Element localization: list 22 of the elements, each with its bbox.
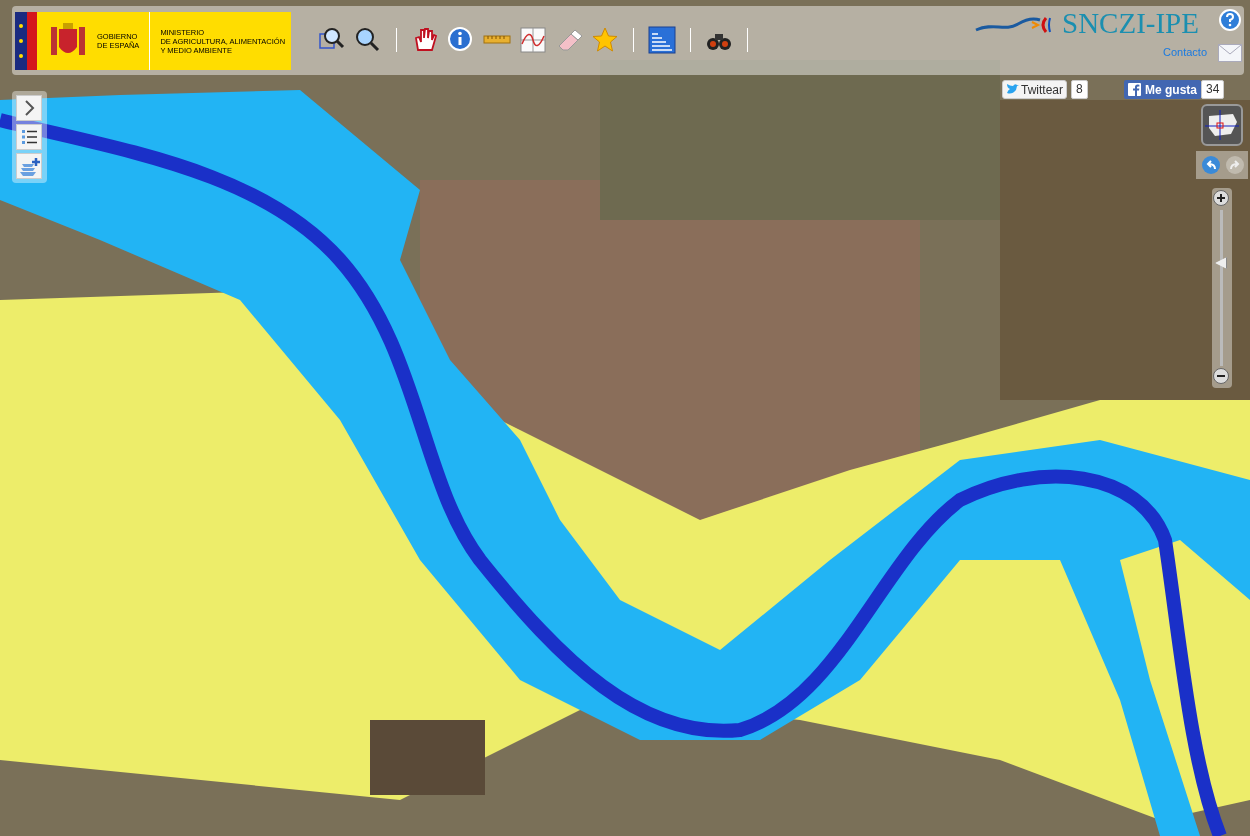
chart-icon[interactable] (519, 26, 547, 54)
share-count: 34 (1201, 80, 1225, 99)
undo-icon (1205, 160, 1217, 170)
add-layer-button[interactable] (16, 153, 42, 179)
wave-logo-icon (974, 14, 1052, 34)
zoom-in-icon[interactable] (1216, 193, 1226, 203)
bird-icon (1006, 84, 1019, 95)
expand-button[interactable] (16, 95, 42, 121)
app-title: SNCZI-IPE (1062, 6, 1199, 40)
flood-layer-icon[interactable] (648, 26, 676, 54)
share-count: 8 (1071, 80, 1088, 99)
facebook-icon (1128, 83, 1141, 96)
help-icon (1225, 13, 1235, 27)
legend-button[interactable] (16, 124, 42, 150)
zoom-icon[interactable] (354, 26, 382, 54)
redo-icon (1229, 160, 1241, 170)
tweet-button[interactable]: Twittear (1002, 80, 1067, 99)
star-icon[interactable] (591, 26, 619, 54)
spain-locator-icon (1205, 110, 1239, 140)
like-button[interactable]: Me gusta (1124, 80, 1201, 99)
zoom-slider[interactable] (1212, 188, 1232, 388)
overview-map-button[interactable] (1201, 104, 1243, 146)
